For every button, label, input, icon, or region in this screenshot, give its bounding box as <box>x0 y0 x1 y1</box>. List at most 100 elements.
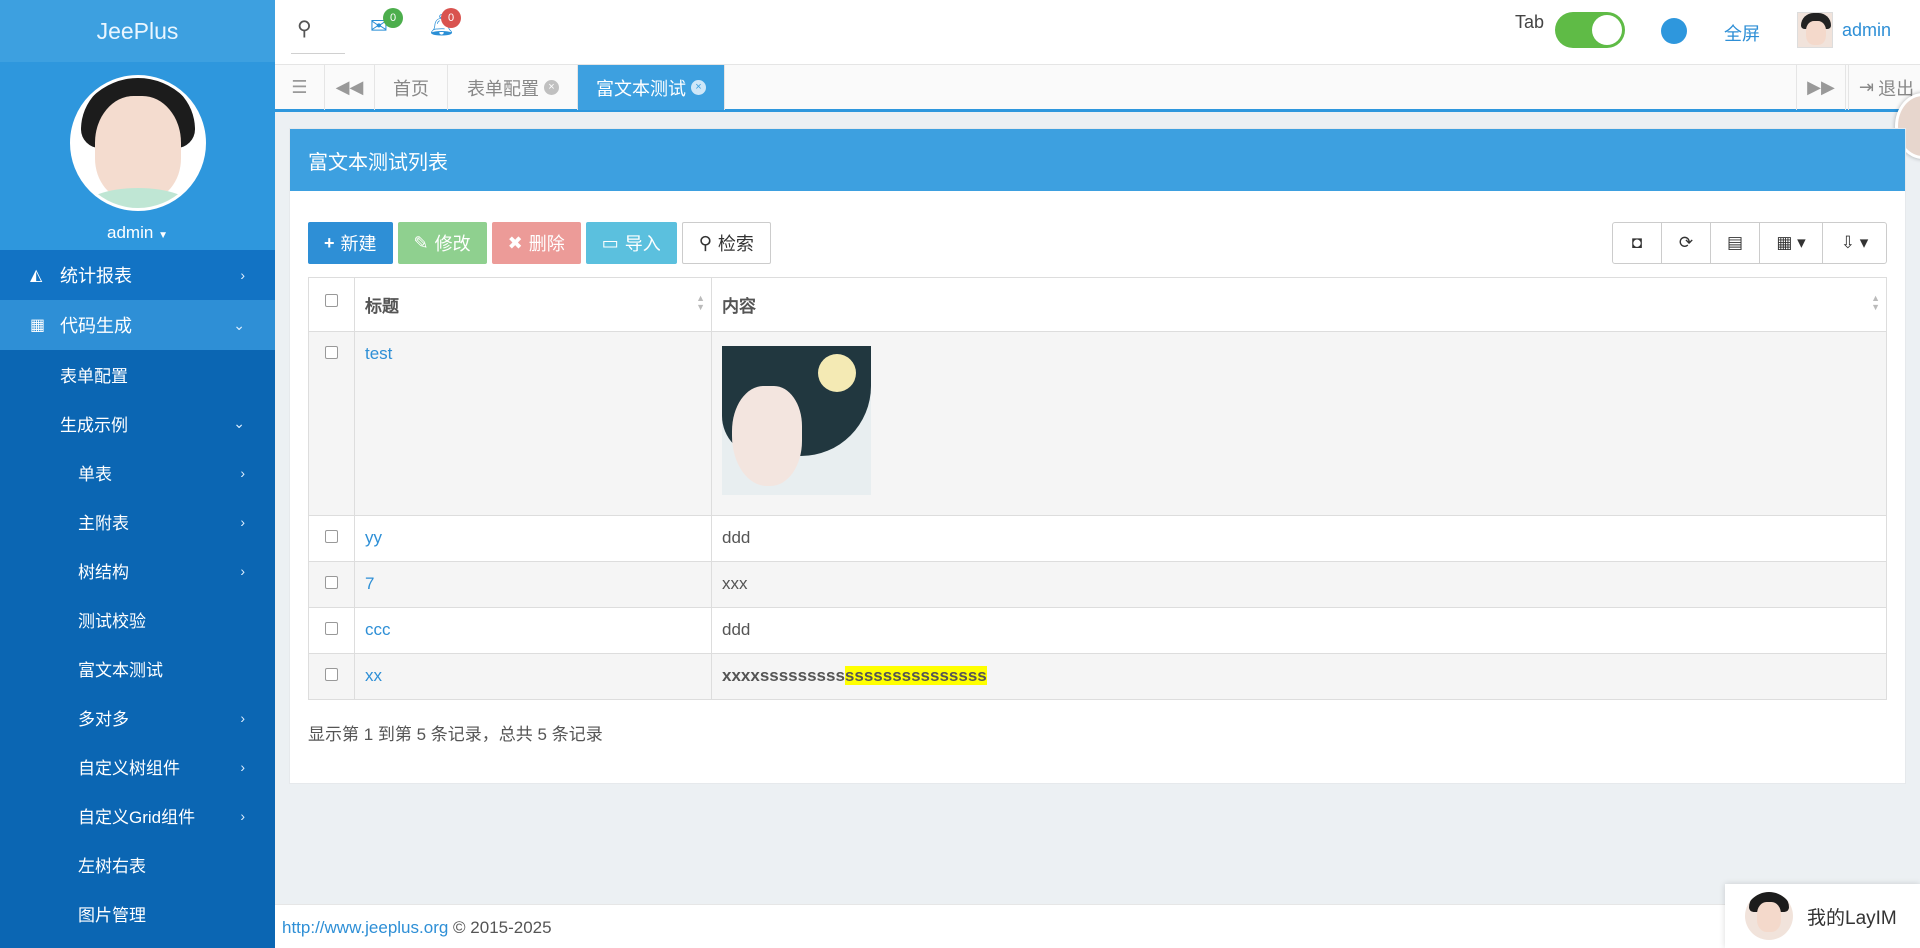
notification-button[interactable]: 🔔︎ 0 <box>428 8 461 38</box>
row-checkbox[interactable] <box>325 622 338 635</box>
sidebar-item-gen-examples[interactable]: 生成示例 ⌄ <box>0 399 275 448</box>
tabs-scroll-right-button[interactable]: ▶▶ <box>1796 65 1846 110</box>
sidebar-item-form-config[interactable]: 表单配置 <box>0 350 275 399</box>
copyright-text: © 2015-2025 <box>453 918 552 937</box>
action-toolbar: + 新建 ✎ 修改 ✖ 删除 ▭ 导入 ⚲ 检索 <box>308 222 776 264</box>
pagination-info: 显示第 1 到第 5 条记录，总共 5 条记录 <box>308 725 603 744</box>
fullscreen-button[interactable]: 全屏 <box>1724 20 1760 46</box>
row-title-link[interactable]: 7 <box>365 574 374 593</box>
search-icon: ⚲ <box>297 18 312 40</box>
chevron-right-icon: › <box>240 513 245 530</box>
search-input[interactable]: ⚲ <box>291 12 345 54</box>
avatar[interactable] <box>1797 12 1833 48</box>
table-tools: ◘ ⟳ ▤ ▦ ▾ ⇩ ▾ <box>1612 222 1887 264</box>
data-table: 标题 ▲ ▼ 内容 ▲ ▼ test yy ddd 7 xxx ccc ddd … <box>308 277 1887 700</box>
sidebar-item-rich-text[interactable]: 富文本测试 <box>0 644 275 693</box>
grid-icon: ▦ <box>30 317 46 334</box>
logout-icon: ⇥ <box>1859 77 1875 97</box>
sidebar-item-label: 主附表 <box>78 514 129 533</box>
plus-icon: + <box>324 232 335 253</box>
title-cell: ccc <box>354 607 712 654</box>
sidebar-item-single-table[interactable]: 单表 › <box>0 448 275 497</box>
footer-link[interactable]: http://www.jeeplus.org <box>282 918 448 937</box>
table-row[interactable]: yy ddd <box>308 515 1887 562</box>
chevron-right-icon: › <box>240 464 245 481</box>
row-title-link[interactable]: xx <box>365 666 382 685</box>
new-button[interactable]: + 新建 <box>308 222 393 264</box>
export-icon: ⇩ ▾ <box>1840 233 1869 252</box>
button-label: 新建 <box>340 234 377 254</box>
table-row[interactable]: test <box>308 331 1887 516</box>
sidebar-item-tree[interactable]: 树结构 › <box>0 546 275 595</box>
row-checkbox[interactable] <box>325 668 338 681</box>
close-icon[interactable]: × <box>544 80 559 95</box>
profile-name-dropdown[interactable]: admin ▼ <box>0 223 275 243</box>
button-label: 检索 <box>717 234 754 254</box>
row-title-link[interactable]: ccc <box>365 620 391 639</box>
sidebar-item-image-manage[interactable]: 图片管理 <box>0 889 275 938</box>
tab-mode-toggle[interactable] <box>1555 12 1625 48</box>
sidebar-item-label: 多对多 <box>78 710 129 729</box>
page-tabs-bar: ☰ ◀◀ 首页 表单配置 × 富文本测试 × ▶▶ ⇥ 退出 <box>275 64 1920 112</box>
tab-form-config[interactable]: 表单配置 × <box>449 65 578 110</box>
content-cell: xxxxssssssssssssssssssssssss <box>711 653 1887 700</box>
row-select-cell <box>308 607 355 654</box>
sidebar: JeePlus admin ▼ ◭ 统计报表 › ▦ 代码生成 ⌄ 表单配置 生… <box>0 0 275 948</box>
tab-label: 富文本测试 <box>596 78 686 99</box>
sidebar-item-master-detail[interactable]: 主附表 › <box>0 497 275 546</box>
table-row[interactable]: xx xxxxssssssssssssssssssssssss <box>308 653 1887 700</box>
table-row[interactable]: 7 xxx <box>308 561 1887 608</box>
edit-button[interactable]: ✎ 修改 <box>397 222 487 264</box>
row-select-cell <box>308 515 355 562</box>
close-icon[interactable]: × <box>691 80 706 95</box>
tab-mode-label: Tab <box>1515 12 1545 32</box>
mail-button[interactable]: ✉ 0 <box>370 8 403 39</box>
avatar <box>1745 892 1793 940</box>
sidebar-item-left-tree-right-table[interactable]: 左树右表 <box>0 840 275 889</box>
button-label: 导入 <box>624 234 661 254</box>
theme-color-button[interactable] <box>1661 18 1687 44</box>
columns-dropdown-button[interactable]: ▦ ▾ <box>1760 223 1823 263</box>
content-cell: xxx <box>711 561 1887 608</box>
card-view-button[interactable]: ▤ <box>1711 223 1760 263</box>
select-all-checkbox[interactable] <box>325 294 338 307</box>
title-cell: xx <box>354 653 712 700</box>
forward-icon: ▶▶ <box>1807 77 1835 97</box>
refresh-button[interactable]: ⟳ <box>1662 223 1711 263</box>
row-title-link[interactable]: test <box>365 344 392 363</box>
import-button[interactable]: ▭ 导入 <box>585 222 677 264</box>
profile-block: admin ▼ <box>0 62 275 250</box>
row-checkbox[interactable] <box>325 530 338 543</box>
tabs-scroll-left-button[interactable]: ◀◀ <box>325 65 375 110</box>
row-title-link[interactable]: yy <box>365 528 382 547</box>
topbar: ⚲ ✉ 0 🔔︎ 0 Tab 全屏 admin <box>275 0 1920 64</box>
export-dropdown-button[interactable]: ⇩ ▾ <box>1823 223 1886 263</box>
sidebar-item-validation[interactable]: 测试校验 <box>0 595 275 644</box>
layim-launcher[interactable]: 我的LayIM <box>1725 884 1920 948</box>
row-checkbox[interactable] <box>325 346 338 359</box>
sidebar-item-label: 图片管理 <box>78 906 146 925</box>
sidebar-item-many-to-many[interactable]: 多对多 › <box>0 693 275 742</box>
menu-toggle-button[interactable]: ☰ <box>275 65 325 110</box>
title-cell: 7 <box>354 561 712 608</box>
sidebar-item-reports[interactable]: ◭ 统计报表 › <box>0 250 275 300</box>
column-header-title[interactable]: 标题 ▲ ▼ <box>354 277 712 332</box>
profile-avatar[interactable] <box>69 75 206 211</box>
column-label: 内容 <box>722 297 756 316</box>
row-checkbox[interactable] <box>325 576 338 589</box>
chevron-right-icon: › <box>240 562 245 579</box>
delete-button[interactable]: ✖ 删除 <box>491 222 581 264</box>
sidebar-item-custom-tree[interactable]: 自定义树组件 › <box>0 742 275 791</box>
codegen-submenu: 表单配置 生成示例 ⌄ 单表 › 主附表 › 树结构 › 测试校验 富文本测试 … <box>0 350 275 938</box>
tab-home[interactable]: 首页 <box>375 65 448 110</box>
sidebar-item-custom-grid[interactable]: 自定义Grid组件 › <box>0 791 275 840</box>
tab-rich-text[interactable]: 富文本测试 × <box>578 65 725 110</box>
column-header-content[interactable]: 内容 ▲ ▼ <box>711 277 1887 332</box>
paginate-toggle-button[interactable]: ◘ <box>1613 223 1662 263</box>
sidebar-item-codegen[interactable]: ▦ 代码生成 ⌄ <box>0 300 275 350</box>
search-button[interactable]: ⚲ 检索 <box>681 222 771 264</box>
edit-icon: ✎ <box>413 232 429 253</box>
user-name-link[interactable]: admin <box>1842 20 1891 41</box>
sidebar-item-label: 测试校验 <box>78 612 146 631</box>
table-row[interactable]: ccc ddd <box>308 607 1887 654</box>
